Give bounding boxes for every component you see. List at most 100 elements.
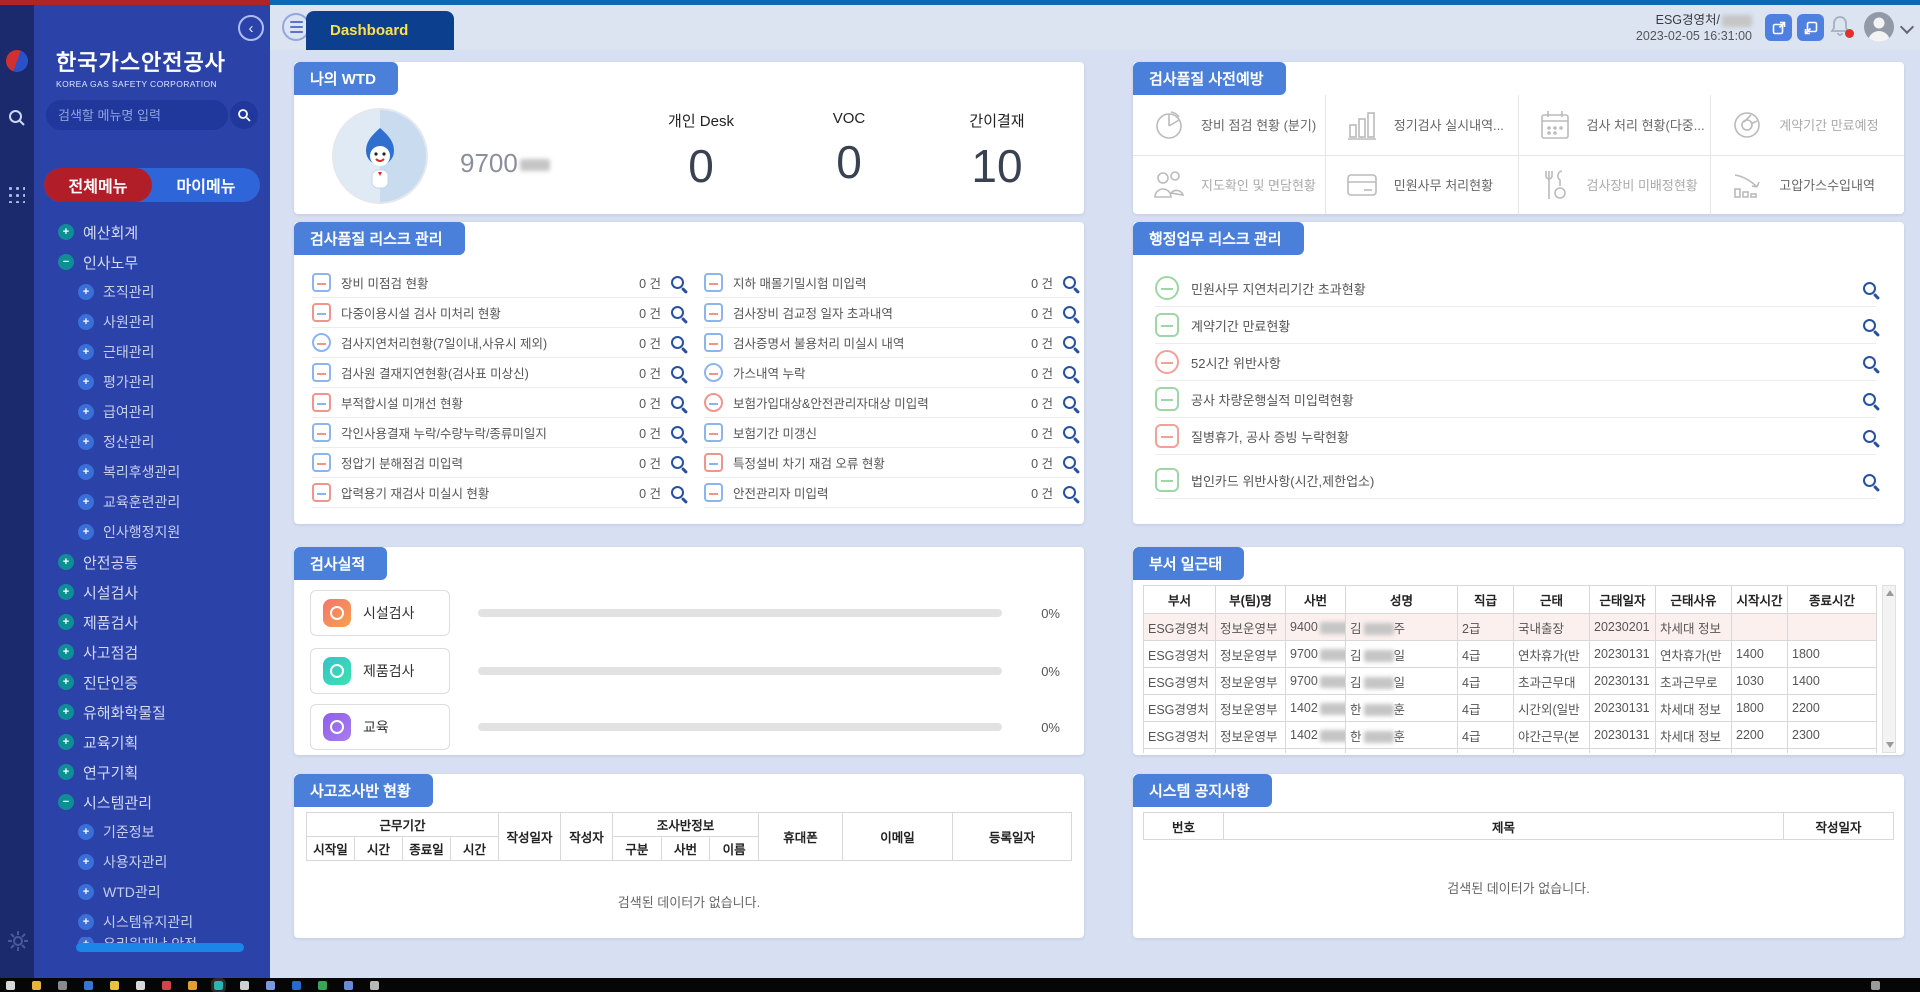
expand-icon[interactable]: + <box>78 404 94 420</box>
taskbar-icon[interactable] <box>370 981 379 990</box>
menu-item-system-maintenance[interactable]: +시스템유지관리 <box>34 907 262 937</box>
magnifier-icon[interactable] <box>1863 430 1876 443</box>
taskbar-icon-active[interactable] <box>214 981 223 990</box>
tab-my-menu[interactable]: 마이메뉴 <box>152 168 260 202</box>
menu-item-facility-inspection[interactable]: +시설검사 <box>34 577 262 607</box>
bell-icon[interactable] <box>1828 14 1854 40</box>
tab-dashboard[interactable]: Dashboard <box>306 11 454 50</box>
scroll-down-arrow[interactable] <box>1886 742 1894 748</box>
expand-icon[interactable]: + <box>78 284 94 300</box>
menu-item-evaluation[interactable]: +평가관리 <box>34 367 262 397</box>
magnifier-icon[interactable] <box>671 366 684 379</box>
menu-item-hr-admin[interactable]: +인사행정지원 <box>34 517 262 547</box>
tab-all-menu[interactable]: 전체메뉴 <box>44 168 152 202</box>
menu-item-budget[interactable]: +예산회계 <box>34 217 262 247</box>
table-row[interactable]: ESG경영처정보운영부9700김일4급초과근무대20230131초과근무로103… <box>1144 668 1877 695</box>
expand-icon[interactable]: + <box>58 674 74 690</box>
open-external-button[interactable] <box>1797 14 1824 41</box>
menu-search-button[interactable] <box>230 101 258 129</box>
tile-equipment-check[interactable]: 장비 점검 현황 (분기) <box>1133 95 1326 155</box>
taskbar-icon[interactable] <box>84 981 93 990</box>
open-window-button[interactable] <box>1765 14 1792 41</box>
expand-icon[interactable]: + <box>78 494 94 510</box>
stat-quick-approval[interactable]: 간이결재 10 <box>962 110 1032 193</box>
expand-icon[interactable]: + <box>78 374 94 390</box>
menu-item-user-mgmt[interactable]: +사용자관리 <box>34 847 262 877</box>
tile-inspection-processing[interactable]: 검사 처리 현황(다중... <box>1519 95 1712 155</box>
tile-gas-import[interactable]: 고압가스수입내역 <box>1711 155 1904 215</box>
taskbar-icon[interactable] <box>188 981 197 990</box>
magnifier-icon[interactable] <box>671 306 684 319</box>
menu-item-employee[interactable]: +사원관리 <box>34 307 262 337</box>
expand-icon[interactable]: + <box>58 704 74 720</box>
expand-icon[interactable]: + <box>58 644 74 660</box>
taskbar-icon[interactable] <box>344 981 353 990</box>
tile-contract-expiry[interactable]: 계약기간 만료예정 <box>1711 95 1904 155</box>
magnifier-icon[interactable] <box>1863 393 1876 406</box>
taskbar-icon[interactable] <box>318 981 327 990</box>
magnifier-icon[interactable] <box>1063 456 1076 469</box>
table-row[interactable]: ESG경영처정보운영부9400김주2급국내출장20230201차세대 정보 <box>1144 614 1877 641</box>
magnifier-icon[interactable] <box>671 336 684 349</box>
tile-civil-affairs[interactable]: 민원사무 처리현황 <box>1326 155 1519 215</box>
expand-icon[interactable]: + <box>78 344 94 360</box>
collapse-icon[interactable]: − <box>58 254 74 270</box>
table-row[interactable]: ESG경영처정보운영부1402한훈4급시간외(일반20230131차세대 정보1… <box>1144 695 1877 722</box>
menu-scrollbar-thumb[interactable] <box>76 943 244 952</box>
taskbar-icon[interactable] <box>32 981 41 990</box>
gear-icon[interactable] <box>7 930 27 950</box>
menu-item-system-mgmt[interactable]: −시스템관리 <box>34 787 262 817</box>
magnifier-icon[interactable] <box>1863 319 1876 332</box>
product-inspection-button[interactable]: 제품검사 <box>310 648 450 694</box>
education-button[interactable]: 교육 <box>310 704 450 750</box>
chevron-down-icon[interactable] <box>1900 20 1914 34</box>
magnifier-icon[interactable] <box>1863 474 1876 487</box>
expand-icon[interactable]: + <box>58 554 74 570</box>
expand-icon[interactable]: + <box>78 524 94 540</box>
table-row[interactable]: ESG경영처정보운영부1402한훈4급야간근무(본20230131차세대 정보2… <box>1144 722 1877 749</box>
magnifier-icon[interactable] <box>1863 356 1876 369</box>
expand-icon[interactable]: + <box>58 734 74 750</box>
menu-item-welfare[interactable]: +복리후생관리 <box>34 457 262 487</box>
scroll-up-arrow[interactable] <box>1886 590 1894 596</box>
magnifier-icon[interactable] <box>1863 282 1876 295</box>
magnifier-icon[interactable] <box>1063 366 1076 379</box>
expand-icon[interactable]: + <box>78 464 94 480</box>
taskbar-icon[interactable] <box>58 981 67 990</box>
menu-item-accident-check[interactable]: +사고점검 <box>34 637 262 667</box>
menu-item-safety-common[interactable]: +안전공통 <box>34 547 262 577</box>
expand-icon[interactable]: + <box>78 914 94 930</box>
expand-icon[interactable]: + <box>78 824 94 840</box>
magnifier-icon[interactable] <box>1063 486 1076 499</box>
table-row[interactable]: ESG경영처정보운영부9700김일4급연차휴가(반20230131연차휴가(반1… <box>1144 641 1877 668</box>
stat-personal-desk[interactable]: 개인 Desk 0 <box>666 110 736 193</box>
expand-icon[interactable]: + <box>78 884 94 900</box>
menu-item-edu-planning[interactable]: +교육기획 <box>34 727 262 757</box>
tile-guidance-interview[interactable]: 지도확인 및 면담현황 <box>1133 155 1326 215</box>
taskbar-icon[interactable] <box>162 981 171 990</box>
expand-icon[interactable]: + <box>78 314 94 330</box>
magnifier-icon[interactable] <box>671 396 684 409</box>
expand-icon[interactable]: + <box>78 434 94 450</box>
dept-attendance-table-wrap[interactable]: 부서 부(팀)명 사번 성명 직급 근태 근태일자 근태사유 시작시간 종료시간… <box>1143 585 1877 753</box>
menu-item-hazardous-chem[interactable]: +유해화학물질 <box>34 697 262 727</box>
menu-item-payroll[interactable]: +급여관리 <box>34 397 262 427</box>
magnifier-icon[interactable] <box>671 426 684 439</box>
magnifier-icon[interactable] <box>671 456 684 469</box>
menu-search-input[interactable] <box>46 100 228 130</box>
table-row[interactable]: ESG경영처정보운영부1402한훈4급연차휴가20230202연차휴가 <box>1144 749 1877 754</box>
magnifier-icon[interactable] <box>671 276 684 289</box>
apps-grid-icon[interactable] <box>7 185 25 203</box>
magnifier-icon[interactable] <box>671 486 684 499</box>
magnifier-icon[interactable] <box>1063 426 1076 439</box>
menu-item-diagnosis[interactable]: +진단인증 <box>34 667 262 697</box>
menu-item-settlement[interactable]: +정산관리 <box>34 427 262 457</box>
taskbar-icon[interactable] <box>240 981 249 990</box>
menu-item-wtd-mgmt[interactable]: +WTD관리 <box>34 877 262 907</box>
expand-icon[interactable]: + <box>78 854 94 870</box>
magnifier-icon[interactable] <box>1063 276 1076 289</box>
menu-item-product-inspection[interactable]: +제품검사 <box>34 607 262 637</box>
facility-inspection-button[interactable]: 시설검사 <box>310 590 450 636</box>
expand-icon[interactable]: + <box>58 614 74 630</box>
expand-icon[interactable]: + <box>58 764 74 780</box>
